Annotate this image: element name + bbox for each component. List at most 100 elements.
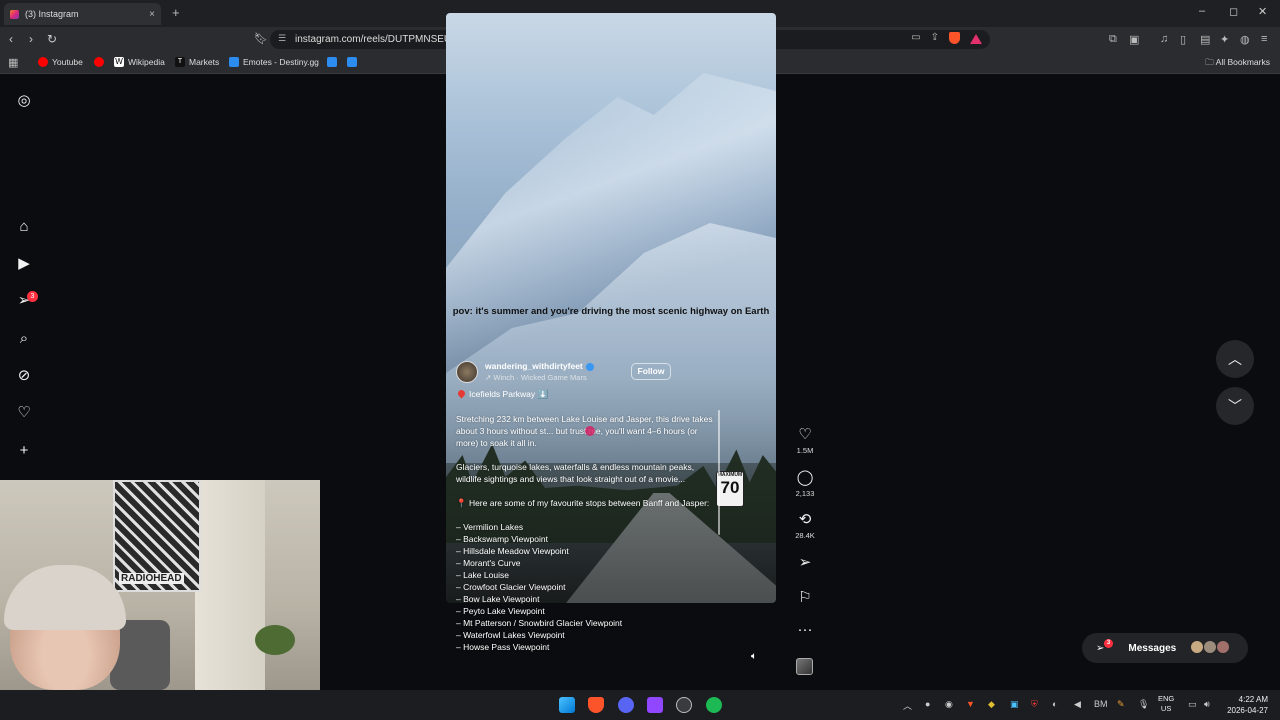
vpn-icon[interactable]: ◍ [1240,33,1250,46]
close-window-button[interactable]: ✕ [1258,5,1267,18]
location-text: Icefields Parkway ⬇️ [469,389,549,399]
author-avatar[interactable] [456,361,478,383]
site-settings-icon[interactable]: ☰ [278,33,286,44]
tray-app-icon[interactable]: ✎ [1117,699,1125,710]
reload-icon[interactable]: ↻ [47,32,57,46]
like-button[interactable]: ♡ 1.5M [795,425,815,455]
search-icon[interactable]: ⌕ [15,330,33,348]
wallet-card-icon[interactable]: ▤ [1200,33,1210,46]
tradingview-icon: T [175,57,185,67]
more-options-button[interactable]: ··· [795,621,815,638]
notifications-heart-icon[interactable]: ♡ [15,404,33,422]
back-icon[interactable]: ‹ [9,32,13,46]
security-icon[interactable]: ⛨ [1031,699,1038,710]
tray-app-icon[interactable]: ◀ [1074,699,1081,710]
share-icon[interactable]: ⇪ [931,32,939,44]
avatar [1190,640,1204,654]
youtube-icon [38,57,48,67]
minimize-button[interactable]: – [1199,5,1205,17]
sidebar-toggle-icon[interactable]: ▯ [1180,33,1186,46]
discord-icon[interactable] [618,697,634,713]
all-bookmarks-button[interactable]: 🗀︎ All Bookmarks [1205,57,1270,71]
cast-icon[interactable]: ▭ [911,32,920,44]
language-indicator[interactable]: ENG US [1158,694,1174,714]
bookmark-youtube[interactable]: Youtube [38,57,83,67]
list-item: – Mt Patterson / Snowbird Glacier Viewpo… [456,618,623,628]
list-item: – Crowfoot Glacier Viewpoint [456,582,566,592]
comment-button[interactable]: ◯ 2,133 [795,468,815,498]
webcam-overlay: RADIOHEAD [0,480,320,690]
follow-button[interactable]: Follow [631,363,671,380]
caption-scrollbar[interactable] [718,410,720,535]
list-item: – Bow Lake Viewpoint [456,594,540,604]
brave-tray-icon[interactable]: ▼ [966,699,975,709]
tray-app-icon[interactable]: ◐ [1052,699,1057,709]
extensions-icon[interactable]: ⧉ [1109,33,1117,46]
audio-track[interactable]: ↗ Winch · Wicked Game Mars [485,373,587,382]
display-icon[interactable]: ▭ [1188,699,1197,710]
bookmark-markets[interactable]: T Markets [175,57,219,67]
tab-close-icon[interactable]: × [149,9,155,20]
music-icon[interactable]: ♫ [1160,33,1168,45]
volume-tray-icon[interactable]: 🔊︎ [1204,699,1210,710]
create-icon[interactable]: + [15,442,33,460]
start-icon[interactable] [559,697,575,713]
previous-reel-button[interactable]: ︿ [1216,340,1254,378]
tray-app-icon[interactable]: ● [925,699,930,709]
audio-thumbnail[interactable] [796,658,813,675]
more-dots-icon: ··· [797,621,813,638]
browser-tab[interactable]: (3) Instagram × [4,3,161,25]
next-reel-button[interactable]: ﹀ [1216,387,1254,425]
bookmark-icon: ⚐ [798,589,812,606]
brave-rewards-icon[interactable] [970,34,982,44]
instagram-logo-icon[interactable]: ◎ [15,92,33,110]
maximize-button[interactable]: ◻ [1229,5,1238,18]
clock-time: 4:22 AM [1238,695,1268,704]
bookmark-destiny-3[interactable] [347,57,357,67]
region-code: US [1160,704,1172,713]
tray-app-icon[interactable]: BM [1094,699,1108,709]
list-item: – Waterfowl Lakes Viewpoint [456,630,565,640]
bookmark-wikipedia[interactable]: W Wikipedia [114,57,165,67]
apps-grid-icon[interactable]: ▦ [8,56,18,69]
leo-ai-icon[interactable]: ✦ [1220,33,1229,46]
author-username[interactable]: wandering_withdirtyfeet [485,361,594,371]
bookmark-youtube-2[interactable] [94,57,104,67]
microphone-icon[interactable]: 🎙︎ [1138,699,1149,710]
notification-badge: 3 [27,291,38,302]
new-tab-button[interactable]: + [172,5,180,20]
reels-icon[interactable]: ▶ [15,255,33,273]
bookmark-destiny[interactable]: Emotes - Destiny.gg [229,57,319,67]
tray-expand-icon[interactable]: ︿ [903,699,912,712]
steam-icon[interactable]: ◉ [945,699,953,710]
system-clock[interactable]: 4:22 AM 2026-04-27 [1227,694,1268,716]
volume-icon[interactable]: 🔈︎ [751,651,757,662]
messages-label: Messages [1128,642,1177,654]
reel-caption: Stretching 232 km between Lake Louise an… [456,413,721,653]
tray-app-icon[interactable]: ◆ [988,699,995,710]
tray-app-icon[interactable]: ▣ [1010,699,1019,710]
save-button[interactable]: ⚐ [795,588,815,606]
explore-icon[interactable]: ⊘ [15,367,33,385]
brave-taskbar-icon[interactable] [588,697,604,713]
streamer-beanie [4,565,126,630]
spotify-icon[interactable] [706,697,722,713]
repost-button[interactable]: ⟲ 28.4K [795,510,815,540]
mouse-cursor [585,426,595,436]
share-button[interactable]: ➢ [795,553,815,571]
forward-icon[interactable]: › [29,32,33,46]
messages-button[interactable]: ➢ 3 Messages [1082,633,1248,663]
bookmark-destiny-2[interactable] [327,57,337,67]
verified-badge-icon [585,362,594,371]
language-code: ENG [1158,694,1175,703]
twitch-icon[interactable] [647,697,663,713]
wallet-icon[interactable]: ▣ [1129,33,1139,46]
poster-text: RADIOHEAD [119,573,184,584]
location-tag[interactable]: Icefields Parkway ⬇️ [456,388,549,400]
bookmark-page-icon[interactable]: 🔖︎ [254,32,268,45]
obs-icon[interactable] [676,697,692,713]
brave-shields-icon[interactable] [949,32,960,44]
avatar [1203,640,1217,654]
home-icon[interactable]: ⌂ [15,218,33,236]
menu-icon[interactable]: ≡ [1261,33,1267,45]
